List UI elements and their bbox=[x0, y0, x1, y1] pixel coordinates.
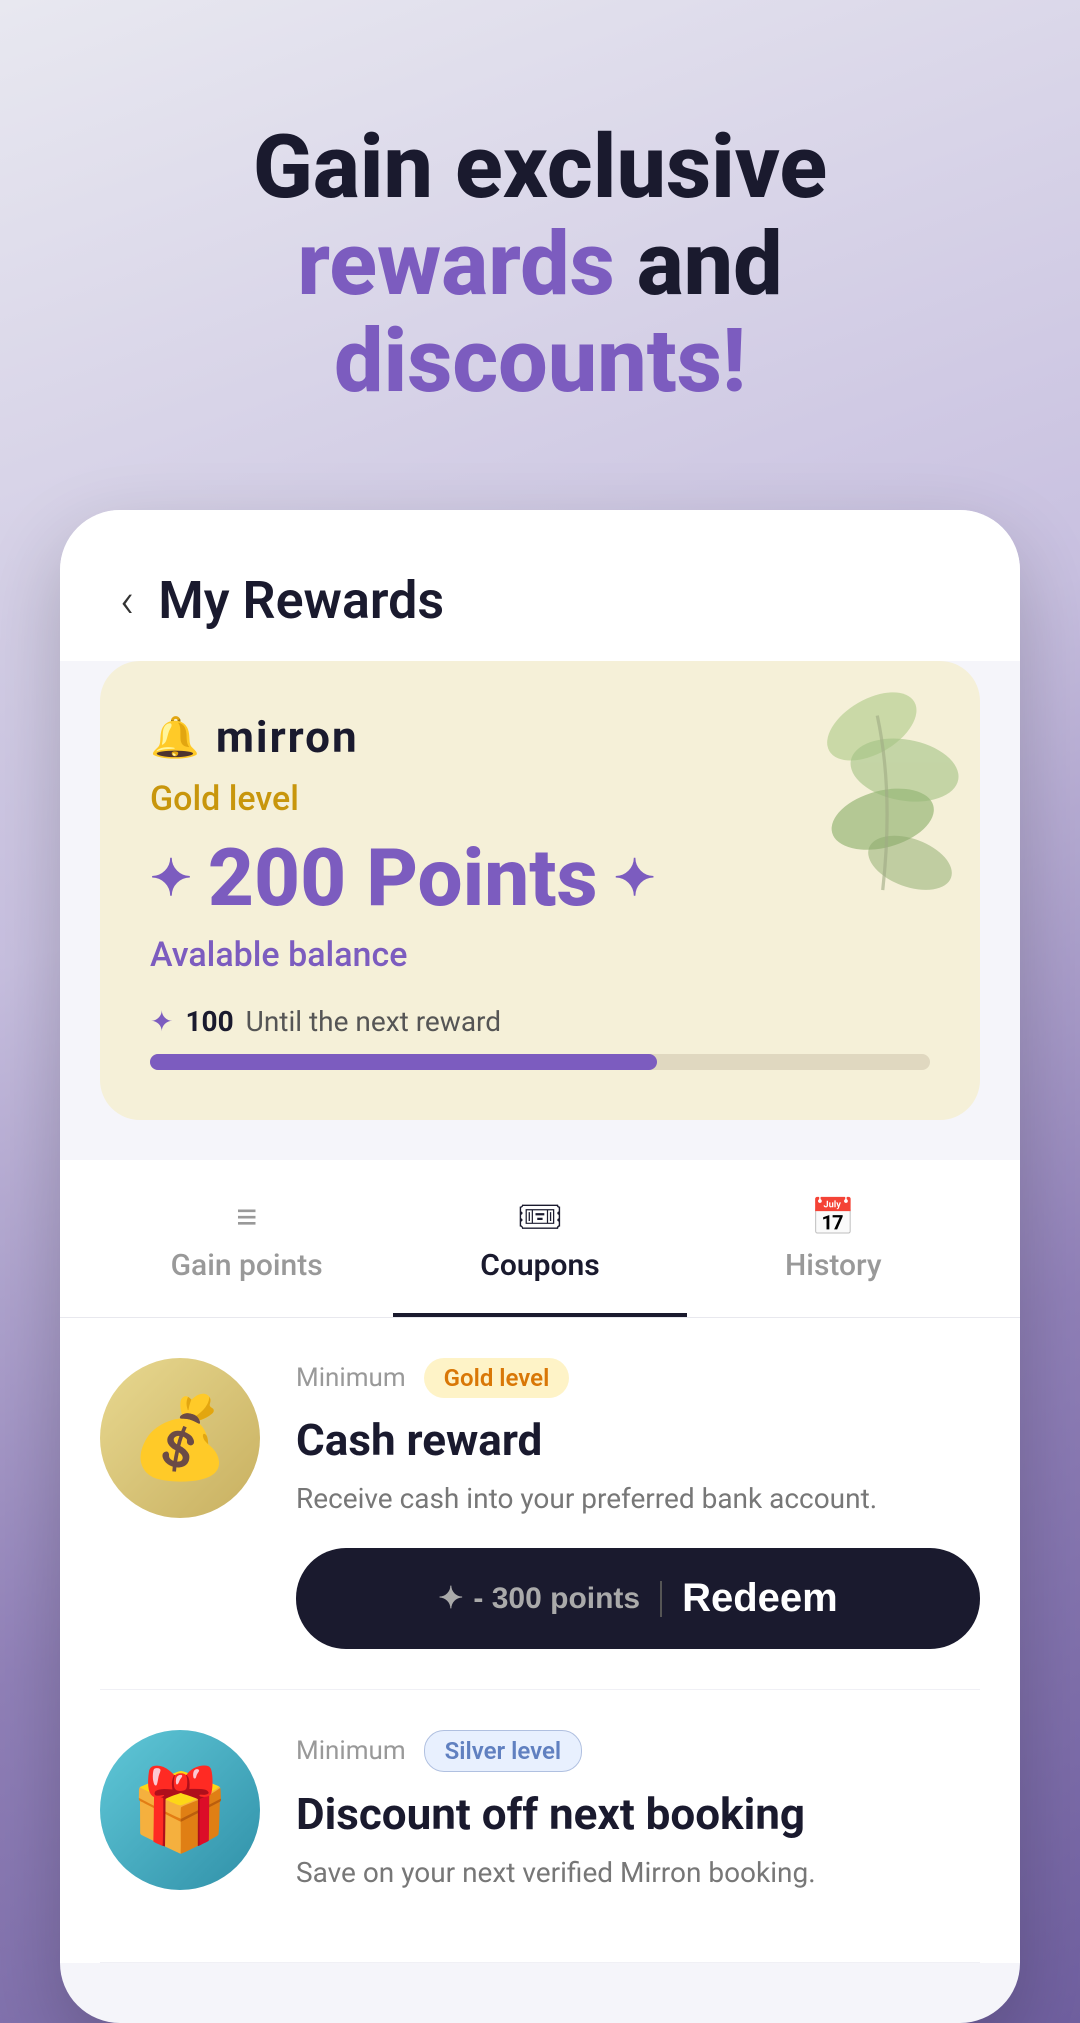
balance-label: Avalable balance bbox=[150, 935, 930, 975]
points-card: 🔔 mirron Gold level ✦ 200 Points ✦ Avala… bbox=[100, 661, 980, 1120]
brand-icon: 🔔 bbox=[150, 714, 200, 761]
redeem-sparkle: ✦ bbox=[438, 1581, 463, 1616]
sparkle-right: ✦ bbox=[614, 849, 656, 908]
coupons-label: Coupons bbox=[480, 1248, 599, 1283]
back-button[interactable]: ‹ bbox=[120, 572, 134, 629]
hero-title: Gain exclusive rewards and discounts! bbox=[80, 120, 1000, 410]
minimum-label-cash: Minimum bbox=[296, 1363, 406, 1393]
history-icon: 📅 bbox=[811, 1196, 856, 1238]
phone-card: ‹ My Rewards 🔔 mirron Gold level ✦ 200 P… bbox=[60, 510, 1020, 2023]
coupon-discount-desc: Save on your next verified Mirron bookin… bbox=[296, 1852, 980, 1894]
coupon-discount-content: Minimum Silver level Discount off next b… bbox=[296, 1730, 980, 1922]
points-value: 200 Points bbox=[208, 831, 598, 925]
progress-bar-bg bbox=[150, 1054, 930, 1070]
btn-divider bbox=[660, 1581, 662, 1617]
coupon-discount-image: 🎁 bbox=[100, 1730, 260, 1890]
hero-and: and bbox=[615, 213, 783, 316]
coupons-list: 💰 Minimum Gold level Cash reward Receive… bbox=[60, 1318, 1020, 1963]
discount-emoji: 🎁 bbox=[130, 1770, 230, 1850]
coupons-icon: 🎟 bbox=[517, 1196, 563, 1238]
hero-line1: Gain exclusive bbox=[253, 116, 827, 219]
gold-badge: Gold level bbox=[424, 1358, 570, 1398]
progress-bar-fill bbox=[150, 1054, 657, 1070]
hero-discounts: discounts! bbox=[334, 310, 746, 413]
gain-points-icon: ≡ bbox=[236, 1196, 257, 1238]
brand-name: mirron bbox=[216, 711, 359, 763]
minimum-label-discount: Minimum bbox=[296, 1736, 406, 1766]
redeem-cash-button[interactable]: ✦ - 300 points Redeem bbox=[296, 1548, 980, 1649]
app-header: ‹ My Rewards bbox=[60, 510, 1020, 661]
next-reward-sparkle: ✦ bbox=[150, 1005, 173, 1038]
coupon-cash-reward: 💰 Minimum Gold level Cash reward Receive… bbox=[100, 1318, 980, 1690]
coupon-cash-title: Cash reward bbox=[296, 1414, 980, 1466]
page-title: My Rewards bbox=[158, 570, 444, 631]
redeem-points-value: - 300 points bbox=[473, 1582, 640, 1616]
coupon-cash-content: Minimum Gold level Cash reward Receive c… bbox=[296, 1358, 980, 1649]
tabs-row: ≡ Gain points 🎟 Coupons 📅 History bbox=[60, 1160, 1020, 1318]
next-reward-row: ✦ 100 Until the next reward bbox=[150, 1005, 930, 1038]
silver-badge: Silver level bbox=[424, 1730, 583, 1772]
minimum-row-discount: Minimum Silver level bbox=[296, 1730, 980, 1772]
history-label: History bbox=[785, 1248, 882, 1283]
tab-gain-points[interactable]: ≡ Gain points bbox=[100, 1160, 393, 1317]
redeem-label: Redeem bbox=[682, 1576, 838, 1621]
tab-coupons[interactable]: 🎟 Coupons bbox=[393, 1160, 686, 1317]
next-reward-num: 100 bbox=[185, 1005, 233, 1038]
hero-section: Gain exclusive rewards and discounts! bbox=[0, 0, 1080, 470]
coupon-cash-desc: Receive cash into your preferred bank ac… bbox=[296, 1478, 980, 1520]
coupon-discount: 🎁 Minimum Silver level Discount off next… bbox=[100, 1690, 980, 1963]
tab-history[interactable]: 📅 History bbox=[687, 1160, 980, 1317]
next-reward-text: Until the next reward bbox=[246, 1005, 501, 1038]
coupon-discount-title: Discount off next booking bbox=[296, 1788, 980, 1840]
gain-points-label: Gain points bbox=[171, 1248, 323, 1283]
redeem-points-display: ✦ - 300 points bbox=[438, 1581, 640, 1616]
minimum-row-cash: Minimum Gold level bbox=[296, 1358, 980, 1398]
hero-rewards: rewards bbox=[297, 213, 615, 316]
coupon-cash-image: 💰 bbox=[100, 1358, 260, 1518]
leaf-decoration bbox=[730, 661, 970, 901]
sparkle-left: ✦ bbox=[150, 849, 192, 908]
cash-emoji: 💰 bbox=[130, 1398, 230, 1478]
